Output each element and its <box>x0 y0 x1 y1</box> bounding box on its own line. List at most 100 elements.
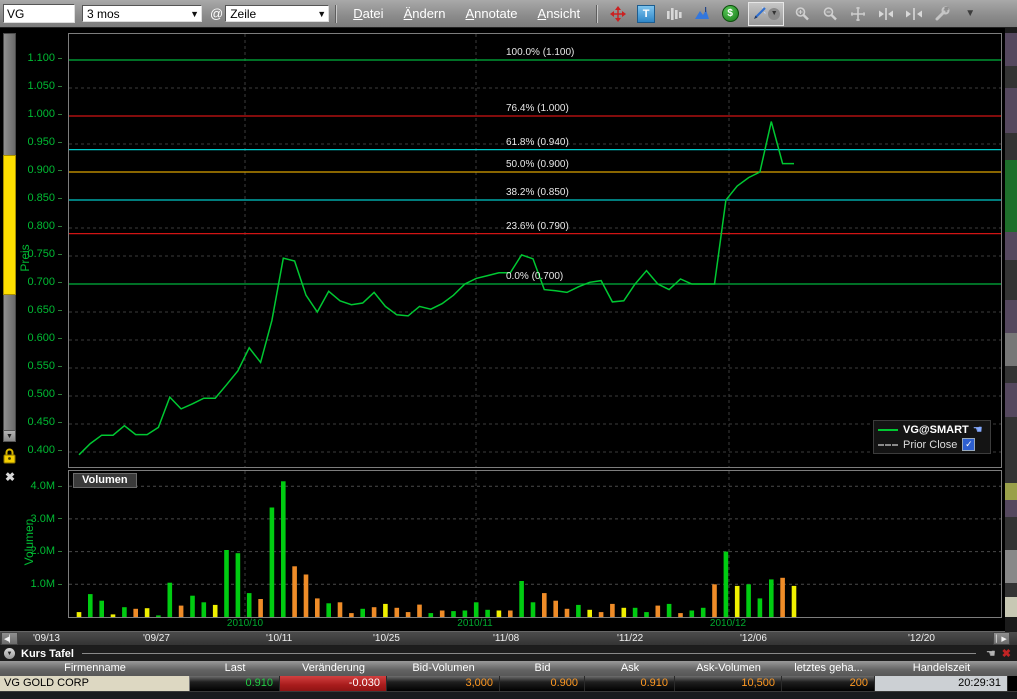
volume-bar <box>599 612 604 617</box>
menu-aendern[interactable]: Ändern <box>404 6 446 21</box>
volume-tick-label: 2.0M <box>20 545 62 557</box>
price-tick-label: 1.000 <box>20 108 62 120</box>
cell-ask: 0.910 <box>585 676 675 691</box>
col-firmenname[interactable]: Firmenname <box>0 661 190 676</box>
prior-close-checkbox[interactable]: ✓ <box>962 438 975 451</box>
volume-bar <box>190 596 195 617</box>
close-panel-icon[interactable]: ✖ <box>1002 647 1011 660</box>
drag-hand-icon[interactable]: ☚ <box>986 647 996 660</box>
volume-bar <box>576 605 581 617</box>
quote-table-row[interactable]: VG GOLD CORP 0.910 -0.030 3,000 0.900 0.… <box>0 676 1017 691</box>
date-tick-label: '11/22 <box>617 633 643 644</box>
volume-bar <box>372 607 377 617</box>
scroll-down-button[interactable]: ▼ <box>3 430 16 442</box>
volume-bar <box>247 593 252 617</box>
volume-bar <box>644 612 649 617</box>
lock-icon[interactable] <box>3 447 16 469</box>
volume-bar <box>519 581 524 617</box>
volume-bar <box>202 602 207 617</box>
zoom-in-icon[interactable] <box>791 3 813 25</box>
crosshair-icon[interactable] <box>847 3 869 25</box>
price-tick-label: 0.900 <box>20 164 62 176</box>
volume-bar <box>236 553 241 617</box>
volume-bar <box>179 606 184 617</box>
volume-bar <box>429 613 434 617</box>
date-tick-label: '09/13 <box>33 633 60 644</box>
fib-level-label: 23.6% (0.790) <box>506 221 569 232</box>
status-strip <box>0 691 1017 699</box>
volume-bar <box>758 598 763 617</box>
volume-bar <box>360 609 365 617</box>
volume-bar <box>610 604 615 617</box>
col-last[interactable]: Last <box>190 661 280 676</box>
date-tick-label: '10/25 <box>373 633 400 644</box>
col-bid[interactable]: Bid <box>500 661 585 676</box>
menu-datei[interactable]: Datei <box>353 6 383 21</box>
price-tick-label: 0.700 <box>20 276 62 288</box>
menu-annotate[interactable]: Annotate <box>465 6 517 21</box>
fib-level-label: 50.0% (0.900) <box>506 159 569 170</box>
col-ask[interactable]: Ask <box>585 661 675 676</box>
col-handelszeit[interactable]: Handelszeit <box>875 661 1008 676</box>
close-panel-icon[interactable]: ✖ <box>3 470 17 484</box>
cell-bid-volumen: 3,000 <box>387 676 500 691</box>
col-bid-volumen[interactable]: Bid-Volumen <box>387 661 500 676</box>
date-tick-label: '12/20 <box>908 633 935 644</box>
draw-tool-button[interactable]: ▼ <box>748 2 784 26</box>
text-tool-icon[interactable]: T <box>635 3 657 25</box>
symbol-input[interactable] <box>3 4 75 23</box>
collapse-panel-icon[interactable]: ▼ <box>4 648 15 659</box>
more-tools-icon[interactable]: ▼ <box>959 3 981 25</box>
col-veraenderung[interactable]: Veränderung <box>280 661 387 676</box>
volume-panel-tab[interactable]: Volumen <box>73 473 137 488</box>
month-label: 2010/11 <box>457 618 492 629</box>
price-chart-canvas <box>69 34 1001 467</box>
drag-hand-icon[interactable]: ☚ <box>973 423 983 436</box>
volume-bar <box>667 604 672 617</box>
chevron-down-icon: ▼ <box>768 8 780 20</box>
move-tool-icon[interactable] <box>607 3 629 25</box>
wrench-icon[interactable] <box>931 3 953 25</box>
volume-bar <box>508 611 513 618</box>
expand-horizontal-icon[interactable] <box>875 3 897 25</box>
volume-tick-label: 4.0M <box>20 480 62 492</box>
volume-bar <box>417 605 422 617</box>
mountain-chart-icon[interactable] <box>691 3 713 25</box>
collapse-horizontal-icon[interactable] <box>903 3 925 25</box>
scroll-right-icon[interactable]: ▏▶ <box>993 632 1010 645</box>
date-scrollbar[interactable]: ◀▏ ▏▶ '09/13'09/27'10/11'10/25'11/08'11/… <box>0 631 1017 646</box>
legend-row-prior-close[interactable]: Prior Close ✓ <box>878 437 986 452</box>
money-icon[interactable]: $ <box>719 3 741 25</box>
volume-bar <box>553 601 558 617</box>
zoom-out-icon[interactable] <box>819 3 841 25</box>
volume-bar <box>622 608 627 617</box>
side-edge-strip <box>1005 28 1017 632</box>
volume-bar <box>633 608 638 617</box>
volume-bar <box>780 578 785 617</box>
menu-ansicht[interactable]: Ansicht <box>538 6 581 21</box>
style-select[interactable]: Zeile ▼ <box>225 5 329 22</box>
cell-handelszeit: 20:29:31 <box>875 676 1008 691</box>
quote-table-header: Firmenname Last Veränderung Bid-Volumen … <box>0 661 1017 676</box>
cell-firmenname: VG GOLD CORP <box>0 676 190 691</box>
cell-veraenderung: -0.030 <box>280 676 387 691</box>
price-tick-label: 0.550 <box>20 360 62 372</box>
legend-row-price[interactable]: VG@SMART ☚ <box>878 422 986 437</box>
col-ask-volumen[interactable]: Ask-Volumen <box>675 661 782 676</box>
col-letztes[interactable]: letztes geha... <box>782 661 875 676</box>
range-select[interactable]: 3 mos ▼ <box>82 5 202 22</box>
volume-chart-canvas <box>69 471 1001 617</box>
scroll-left-icon[interactable]: ◀▏ <box>1 632 18 645</box>
cell-bid: 0.900 <box>500 676 585 691</box>
trading-chart-window: 3 mos ▼ @ Zeile ▼ Datei Ändern Annotate … <box>0 0 1017 699</box>
dashed-line-swatch <box>878 444 898 446</box>
volume-bar <box>690 611 695 618</box>
quote-panel-header: ▼ Kurs Tafel ☚ ✖ <box>0 646 1017 661</box>
price-scrollbar-thumb[interactable] <box>3 155 16 295</box>
date-tick-label: '09/27 <box>143 633 170 644</box>
volume-chart-panel[interactable]: Volumen <box>68 470 1002 618</box>
bar-chart-icon[interactable] <box>663 3 685 25</box>
cell-letztes: 200 <box>782 676 875 691</box>
at-label: @ <box>210 6 223 21</box>
price-chart-panel[interactable]: VG@SMART ☚ Prior Close ✓ 100.0% (1.100)7… <box>68 33 1002 468</box>
